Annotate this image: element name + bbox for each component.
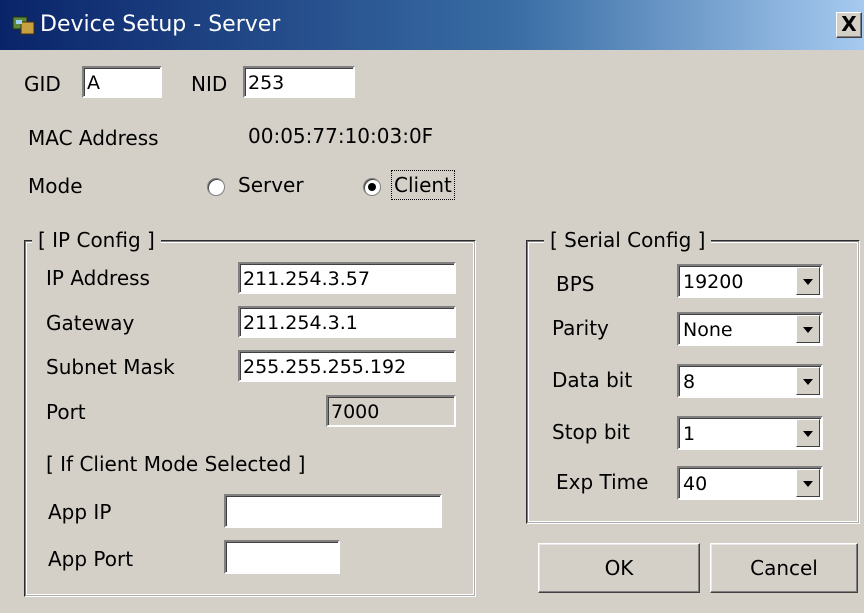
- gid-label: GID: [24, 72, 61, 96]
- bps-select[interactable]: 19200: [677, 264, 823, 298]
- mode-label: Mode: [28, 174, 83, 198]
- stop-bit-value: 1: [683, 423, 696, 445]
- data-bit-label: Data bit: [552, 368, 633, 392]
- dropdown-arrow-icon[interactable]: [796, 267, 820, 295]
- gid-input[interactable]: A: [82, 66, 162, 98]
- server-radio[interactable]: [207, 178, 225, 196]
- port-label: Port: [46, 400, 86, 424]
- dropdown-arrow-icon[interactable]: [796, 419, 820, 447]
- device-setup-dialog: Device Setup - Server X GID A NID 253 MA…: [0, 0, 864, 613]
- ip-address-label: IP Address: [46, 266, 150, 290]
- ip-config-title: [ IP Config ]: [32, 228, 161, 252]
- app-port-label: App Port: [48, 547, 134, 571]
- exp-time-select[interactable]: 40: [677, 466, 823, 500]
- nid-label: NID: [191, 72, 228, 96]
- server-radio-label[interactable]: Server: [238, 173, 304, 197]
- mac-address-value: 00:05:77:10:03:0F: [248, 124, 434, 148]
- app-port-input[interactable]: [224, 540, 340, 574]
- dropdown-arrow-icon[interactable]: [796, 315, 820, 343]
- port-input[interactable]: 7000: [326, 395, 456, 427]
- radio-selected-dot: [368, 183, 376, 191]
- app-ip-label: App IP: [48, 500, 112, 524]
- bps-value: 19200: [683, 271, 744, 293]
- serial-config-title: [ Serial Config ]: [544, 228, 712, 252]
- gateway-label: Gateway: [46, 311, 135, 335]
- bps-label: BPS: [556, 272, 595, 296]
- stop-bit-select[interactable]: 1: [677, 416, 823, 450]
- subnet-mask-label: Subnet Mask: [46, 355, 175, 379]
- close-button[interactable]: X: [836, 12, 862, 38]
- nid-input[interactable]: 253: [243, 66, 355, 98]
- title-bar[interactable]: Device Setup - Server X: [0, 0, 864, 50]
- ip-address-input[interactable]: 211.254.3.57: [238, 262, 456, 294]
- exp-time-value: 40: [683, 473, 708, 495]
- window-title: Device Setup - Server: [40, 12, 281, 37]
- exp-time-label: Exp Time: [556, 470, 649, 494]
- cancel-button[interactable]: Cancel: [710, 543, 858, 593]
- data-bit-select[interactable]: 8: [677, 364, 823, 398]
- client-mode-section-label: [ If Client Mode Selected ]: [46, 452, 306, 476]
- app-icon: [12, 16, 35, 35]
- parity-value: None: [683, 319, 733, 341]
- parity-label: Parity: [552, 316, 609, 340]
- parity-select[interactable]: None: [677, 312, 823, 346]
- dropdown-arrow-icon[interactable]: [796, 367, 820, 395]
- data-bit-value: 8: [683, 371, 696, 393]
- client-radio[interactable]: [363, 178, 381, 196]
- mac-address-label: MAC Address: [28, 126, 159, 150]
- stop-bit-label: Stop bit: [552, 420, 630, 444]
- client-radio-label[interactable]: Client: [391, 170, 455, 200]
- ok-button[interactable]: OK: [538, 543, 700, 593]
- gateway-input[interactable]: 211.254.3.1: [238, 306, 456, 338]
- dropdown-arrow-icon[interactable]: [796, 469, 820, 497]
- app-ip-input[interactable]: [224, 494, 442, 528]
- subnet-mask-input[interactable]: 255.255.255.192: [238, 350, 456, 382]
